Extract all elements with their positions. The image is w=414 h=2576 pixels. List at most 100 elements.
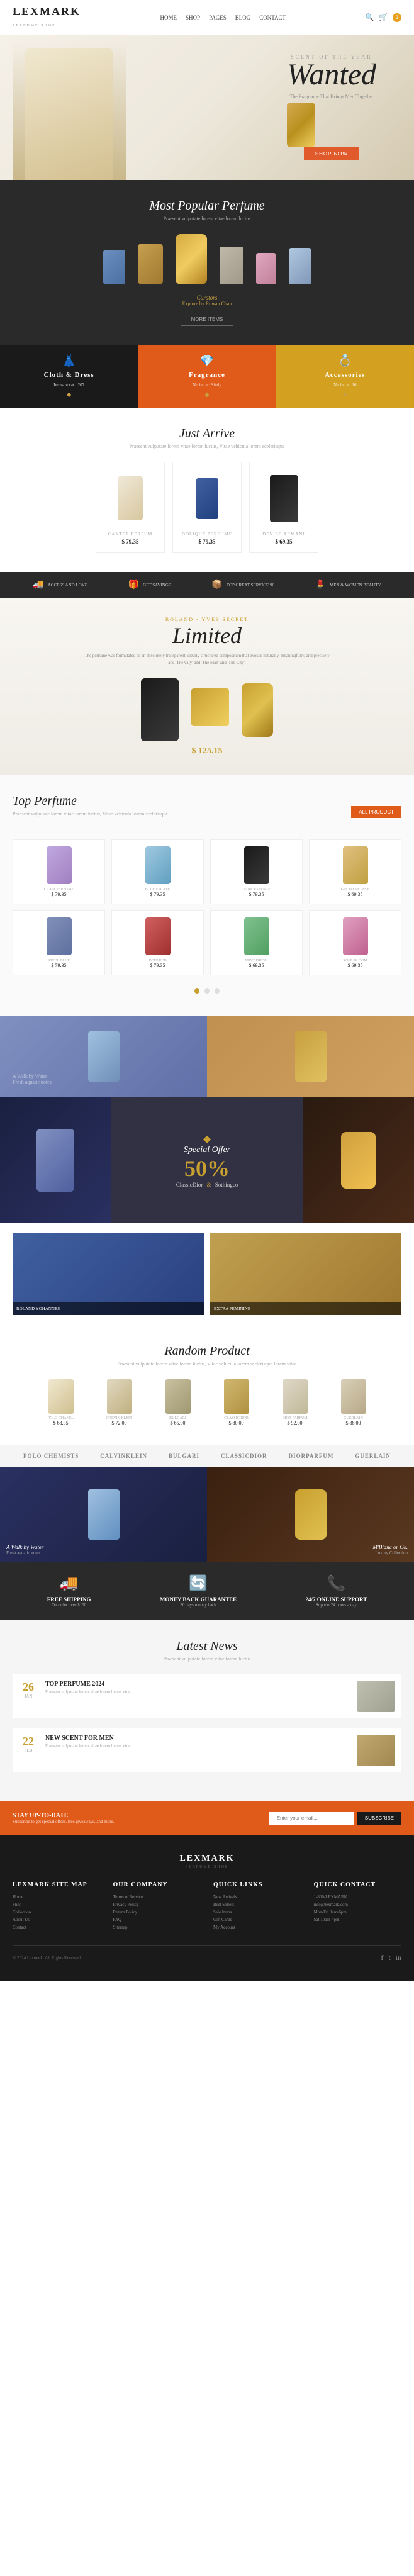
top-product-2[interactable]: BLUE ESCAPE $ 79.35 bbox=[111, 839, 204, 904]
hero-bottle bbox=[287, 103, 315, 147]
pagination-dot-2[interactable] bbox=[204, 988, 210, 994]
brand-guerlain[interactable]: GUERLAIN bbox=[355, 1453, 391, 1459]
product-price-3: $ 69.35 bbox=[255, 539, 313, 545]
search-icon[interactable]: 🔍 bbox=[366, 13, 374, 21]
blog-title-2: EXTRA FEMININE bbox=[214, 1306, 398, 1311]
footer-link-best[interactable]: Best Sellers bbox=[213, 1902, 301, 1907]
footer-link-return[interactable]: Return Policy bbox=[113, 1910, 201, 1915]
promo-left-bottle bbox=[88, 1031, 120, 1082]
feature-box-sub-1: On order over $150 bbox=[47, 1603, 91, 1608]
category-cloth-dress[interactable]: 👗 Cloth & Dress Items in cat · 207 ◆ bbox=[0, 345, 138, 408]
product-card-1[interactable]: CANTER PERFUM $ 79.35 bbox=[96, 462, 165, 553]
random-card-5[interactable]: DIOR PARFUM $ 92.00 bbox=[268, 1379, 322, 1426]
footer-link-sale[interactable]: Sale Items bbox=[213, 1910, 301, 1915]
facebook-icon[interactable]: f bbox=[381, 1953, 383, 1963]
random-card-4[interactable]: CLASSIC DOR $ 80.00 bbox=[210, 1379, 263, 1426]
brand-ck[interactable]: CalvinKlein bbox=[100, 1453, 147, 1459]
footer-link-gift[interactable]: Gift Cards bbox=[213, 1917, 301, 1922]
footer-link-contact[interactable]: Contact bbox=[13, 1925, 101, 1930]
limited-desc: The perfume was formulated as an absolut… bbox=[81, 652, 333, 666]
footer-link-about[interactable]: About Us bbox=[13, 1917, 101, 1922]
rand-price-4: $ 80.00 bbox=[210, 1420, 263, 1426]
bottle-4 bbox=[220, 247, 243, 284]
perfume-item bbox=[176, 234, 207, 284]
top-prod-price-7: $ 69.35 bbox=[215, 963, 298, 968]
just-arrive-subtitle: Praesent vulputate lorem vitae lorem luc… bbox=[13, 444, 401, 449]
feature-2: 🎁 GET SAVINGS bbox=[128, 580, 171, 590]
product-card-3[interactable]: DENISE ARMANI $ 69.35 bbox=[249, 462, 318, 553]
random-card-3[interactable]: BULGARI $ 65.00 bbox=[151, 1379, 204, 1426]
cart-icon[interactable]: 🛒 bbox=[379, 13, 388, 21]
random-section: Random Product Praesent vulputate lorem … bbox=[0, 1325, 414, 1445]
top-product-6[interactable]: DEEP RED $ 79.35 bbox=[111, 910, 204, 975]
site-footer: LEXMARK PERFUME SHOP LEXMARK SITE MAP Ho… bbox=[0, 1835, 414, 1981]
footer-link-terms[interactable]: Terms of Service bbox=[113, 1895, 201, 1900]
cat-title-cloth: Cloth & Dress bbox=[44, 371, 94, 379]
hero-cta-button[interactable]: SHOP NOW bbox=[304, 147, 359, 160]
footer-hours-1: Mon-Fri 9am-6pm bbox=[314, 1910, 402, 1915]
top-product-4[interactable]: GOLD FANTASY $ 69.35 bbox=[309, 839, 401, 904]
top-product-1[interactable]: CLAIR PERFUME $ 79.35 bbox=[13, 839, 105, 904]
footer-link-shop[interactable]: Shop bbox=[13, 1902, 101, 1907]
nav-home[interactable]: HOME bbox=[160, 14, 177, 21]
footer-link-collection[interactable]: Collection bbox=[13, 1910, 101, 1915]
category-fragrance[interactable]: 💎 Fragrance No in cat: Sitely ◆ bbox=[138, 345, 276, 408]
brand-diorparfum[interactable]: Diorparfum bbox=[289, 1453, 334, 1459]
all-products-button[interactable]: ALL PRODUCT bbox=[351, 806, 401, 818]
footer-link-sitemap[interactable]: Sitemap bbox=[113, 1925, 201, 1930]
brand-bulgari[interactable]: BULGARI bbox=[169, 1453, 199, 1459]
footer-link-faq[interactable]: FAQ bbox=[113, 1917, 201, 1922]
random-card-1[interactable]: POLO CHANEL $ 68.35 bbox=[34, 1379, 87, 1426]
cat-sub-accessories: No in cat: 10 bbox=[333, 383, 356, 388]
nav-shop[interactable]: SHOP bbox=[186, 14, 200, 21]
offer-brand1: ClassicDior bbox=[176, 1182, 203, 1188]
bottle-5 bbox=[256, 253, 276, 284]
video-bottle-2 bbox=[295, 1489, 327, 1540]
grid-bottle-6 bbox=[145, 917, 171, 955]
video-left-info: A Walk by Water Fresh aquatic notes bbox=[6, 1544, 43, 1555]
footer-link-new[interactable]: New Arrivals bbox=[213, 1895, 301, 1900]
news-item-2[interactable]: 22 FEB NEW SCENT FOR MEN Praesent vulput… bbox=[13, 1728, 401, 1772]
random-card-6[interactable]: GUERLAIN $ 88.00 bbox=[327, 1379, 380, 1426]
accessories-diamond: ◆ bbox=[342, 391, 347, 398]
gift-icon: 🎁 bbox=[128, 580, 139, 590]
top-product-5[interactable]: STEEL BLUE $ 79.35 bbox=[13, 910, 105, 975]
popular-section: Most Popular Perfume Praesent vulputate … bbox=[0, 180, 414, 345]
blog-post-2[interactable]: EXTRA FEMININE bbox=[210, 1233, 401, 1315]
footer-link-account[interactable]: My Account bbox=[213, 1925, 301, 1930]
footer-link-privacy[interactable]: Privacy Policy bbox=[113, 1902, 201, 1907]
hero-section: SCENT OF THE YEAR Wanted The Fragrance T… bbox=[0, 35, 414, 180]
random-card-2[interactable]: CALVIN KLEIN $ 72.00 bbox=[92, 1379, 146, 1426]
instagram-icon[interactable]: in bbox=[396, 1953, 401, 1963]
brand-polo[interactable]: POLO CHEMISTS bbox=[23, 1453, 79, 1459]
top-product-8[interactable]: ROSE BLOOM $ 69.35 bbox=[309, 910, 401, 975]
hero-desc: The Fragrance That Brings Men Together bbox=[287, 94, 376, 99]
blog-post-1[interactable]: ROLAND YOHANNES bbox=[13, 1233, 204, 1315]
newsletter-section: STAY UP-TO-DATE Subscribe to get special… bbox=[0, 1801, 414, 1835]
product-card-2[interactable]: DOLIQUE PERFUME $ 79.35 bbox=[172, 462, 242, 553]
newsletter-email-input[interactable] bbox=[269, 1812, 354, 1825]
nav-blog[interactable]: BLOG bbox=[235, 14, 251, 21]
pagination-dot-3[interactable] bbox=[215, 988, 220, 994]
top-product-7[interactable]: MINT FRESH $ 69.35 bbox=[210, 910, 303, 975]
bottle-2 bbox=[138, 244, 163, 284]
cloth-diamond: ◆ bbox=[67, 391, 72, 398]
footer-phone[interactable]: 1-800-LEXMARK bbox=[314, 1895, 402, 1900]
video-right-info: M'Blanc or Co. Luxury Collection bbox=[372, 1544, 408, 1555]
grid-bottle-7 bbox=[244, 917, 269, 955]
footer-link-home[interactable]: Home bbox=[13, 1895, 101, 1900]
twitter-icon[interactable]: t bbox=[388, 1953, 390, 1963]
top-product-3[interactable]: DARK ESSENCE $ 79.35 bbox=[210, 839, 303, 904]
newsletter-submit-button[interactable]: SUBSCRIBE bbox=[357, 1812, 401, 1825]
feature-box-title-3: 24/7 ONLINE SUPPORT bbox=[306, 1596, 367, 1603]
main-nav: HOME SHOP PAGES BLOG CONTACT bbox=[160, 14, 286, 21]
brand-classicdior[interactable]: ClassicDior bbox=[221, 1453, 267, 1459]
category-accessories[interactable]: 💍 Accessories No in cat: 10 ◆ bbox=[276, 345, 414, 408]
more-items-button[interactable]: MORE ITEMS bbox=[181, 313, 234, 326]
nav-contact[interactable]: CONTACT bbox=[259, 14, 286, 21]
footer-email[interactable]: info@lexmark.com bbox=[314, 1902, 402, 1907]
pagination-dot-1[interactable] bbox=[194, 988, 199, 994]
news-item-1[interactable]: 26 JAN TOP PERFUME 2024 Praesent vulputa… bbox=[13, 1674, 401, 1718]
nav-pages[interactable]: PAGES bbox=[209, 14, 227, 21]
news-section: Latest News Praesent vulputate lorem vit… bbox=[0, 1620, 414, 1801]
